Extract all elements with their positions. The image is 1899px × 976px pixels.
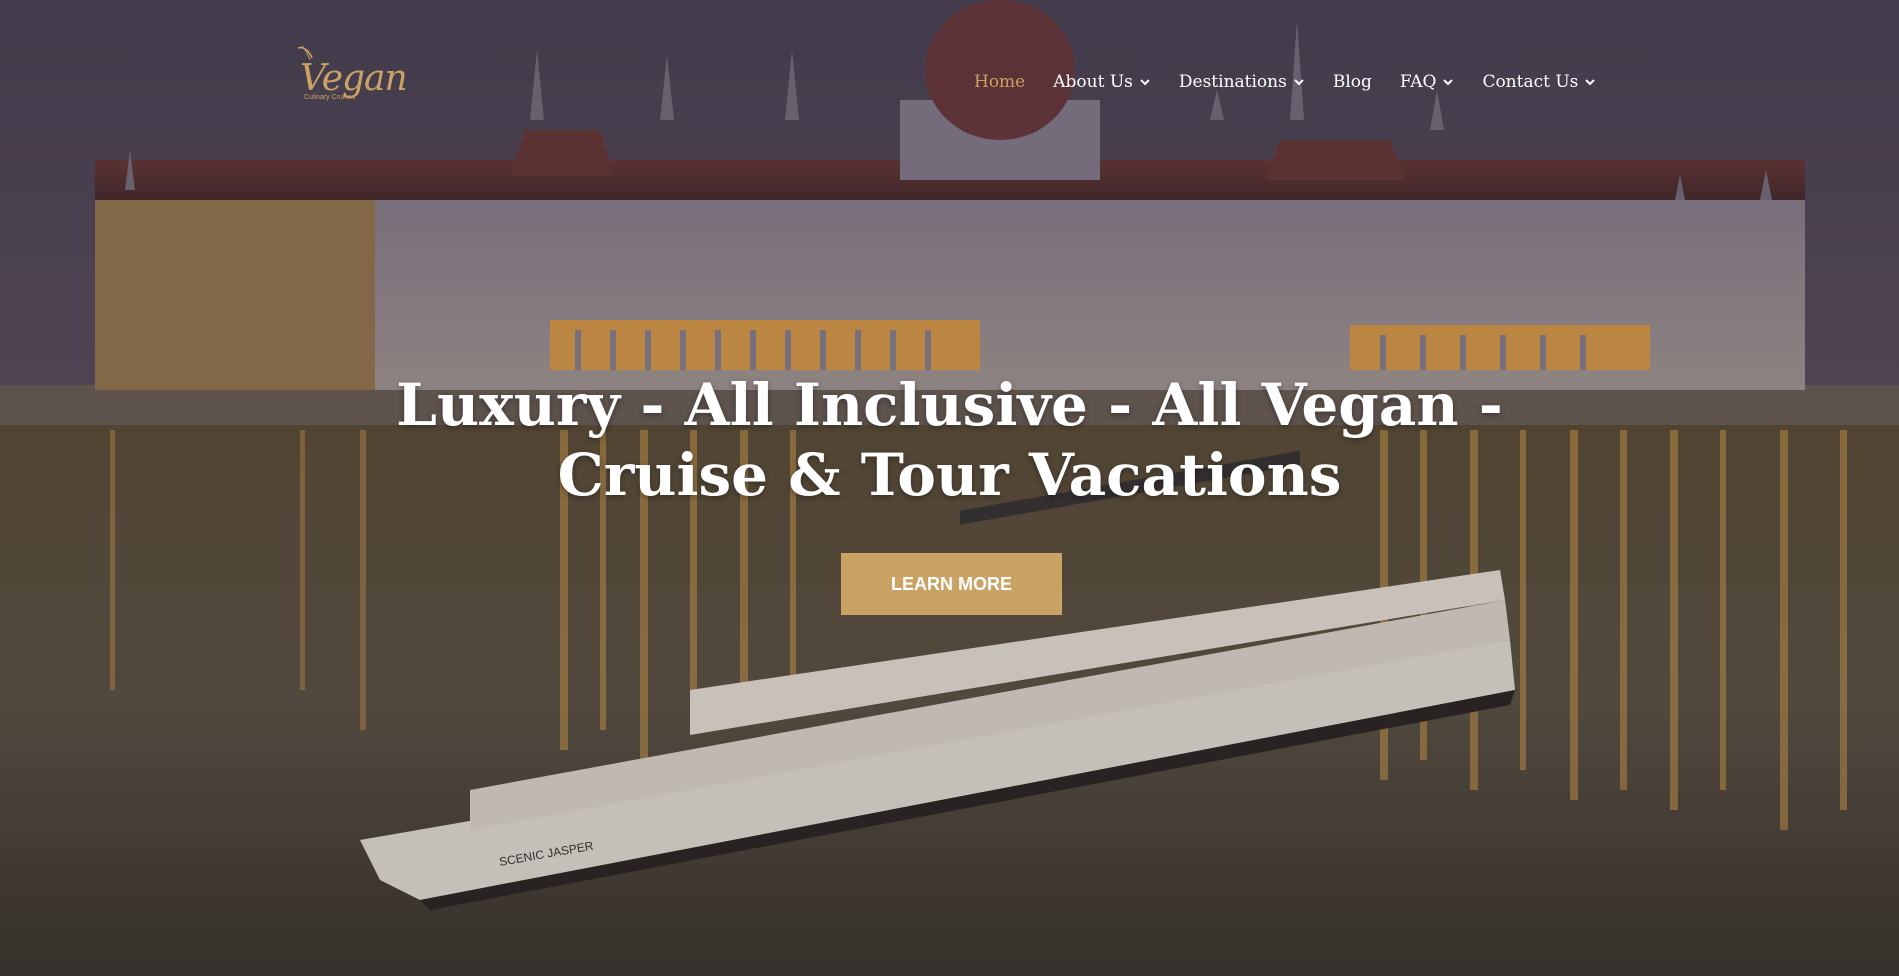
chevron-down-icon [1140,79,1150,86]
nav-item-contact-us[interactable]: Contact Us [1482,72,1596,92]
site-header: Vegan Culinary Cruises Home About Us Des… [0,0,1899,170]
nav-item-label: Destinations [1178,72,1287,92]
logo-tagline: Culinary Cruises [304,94,356,101]
chevron-down-icon [1443,79,1454,86]
nav-item-faq[interactable]: FAQ [1400,72,1455,92]
chevron-down-icon [1294,79,1304,86]
nav-item-label: Blog [1332,72,1372,92]
learn-more-button[interactable]: LEARN MORE [841,553,1062,615]
nav-item-about-us[interactable]: About Us [1053,72,1151,92]
nav-item-home[interactable]: Home [974,72,1025,92]
hero-headline: Luxury - All Inclusive - All Vegan - Cru… [0,370,1899,510]
site-logo[interactable]: Vegan Culinary Cruises [296,44,408,124]
hero-headline-line2: Cruise & Tour Vacations [557,441,1342,509]
nav-item-label: Contact Us [1482,72,1579,92]
nav-item-blog[interactable]: Blog [1333,72,1372,92]
main-nav: Home About Us Destinations Blog FAQ Cont… [974,72,1624,92]
logo-wordmark: Vegan [300,58,408,99]
hero-headline-line1: Luxury - All Inclusive - All Vegan - [396,371,1503,439]
nav-item-label: Home [974,72,1026,92]
nav-item-label: About Us [1053,72,1133,92]
chevron-down-icon [1585,79,1596,86]
nav-item-label: FAQ [1399,72,1437,92]
nav-item-destinations[interactable]: Destinations [1179,72,1305,92]
